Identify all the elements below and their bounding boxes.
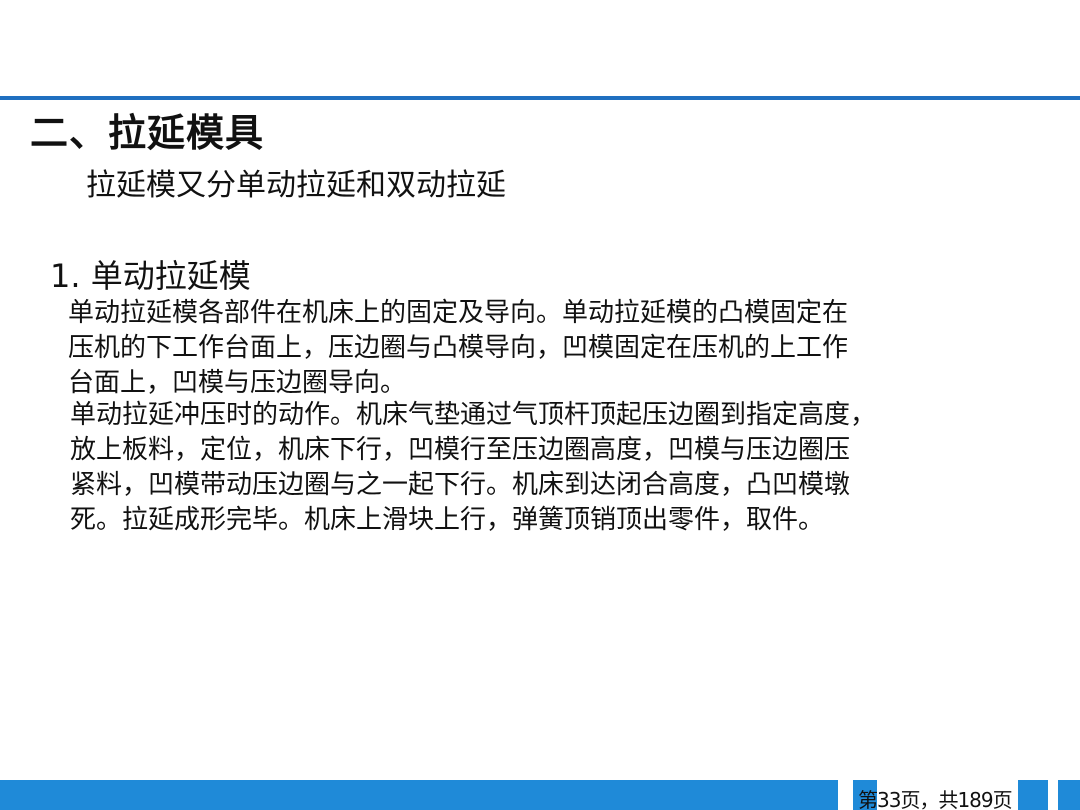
slide: 二、拉延模具 拉延模又分单动拉延和双动拉延 1. 单动拉延模 单动拉延模各部件在… [0,0,1080,810]
page-counter: 第33页，共189页 [858,788,1013,810]
slide-subheading: 拉延模又分单动拉延和双动拉延 [86,168,506,203]
paragraph-line: 台面上，凹模与压边圈导向。 [68,368,407,398]
paragraph-line: 单动拉延冲压时的动作。机床气垫通过气顶杆顶起压边圈到指定高度， [70,400,877,430]
slide-heading: 二、拉延模具 [30,111,265,155]
paragraph-stamping-action: 单动拉延冲压时的动作。机床气垫通过气顶杆顶起压边圈到指定高度， 放上板料，定位，… [70,398,990,538]
paragraph-line: 压机的下工作台面上，压边圈与凸模导向，凹模固定在压机的上工作 [68,333,849,363]
header-divider [0,96,1080,100]
paragraph-line: 单动拉延模各部件在机床上的固定及导向。单动拉延模的凸模固定在 [68,298,849,328]
paragraph-line: 放上板料，定位，机床下行，凹模行至压边圈高度，凹模与压边圈压 [70,435,851,465]
footer-bar [0,780,838,810]
footer-block [1018,780,1048,810]
paragraph-line: 紧料，凹模带动压边圈与之一起下行。机床到达闭合高度，凸凹模墩 [70,470,851,500]
paragraph-fixing-guidance: 单动拉延模各部件在机床上的固定及导向。单动拉延模的凸模固定在 压机的下工作台面上… [68,296,988,401]
footer-block [1058,780,1080,810]
paragraph-line: 死。拉延成形完毕。机床上滑块上行，弹簧顶销顶出零件，取件。 [70,505,825,535]
section-title: 1. 单动拉延模 [50,257,251,295]
